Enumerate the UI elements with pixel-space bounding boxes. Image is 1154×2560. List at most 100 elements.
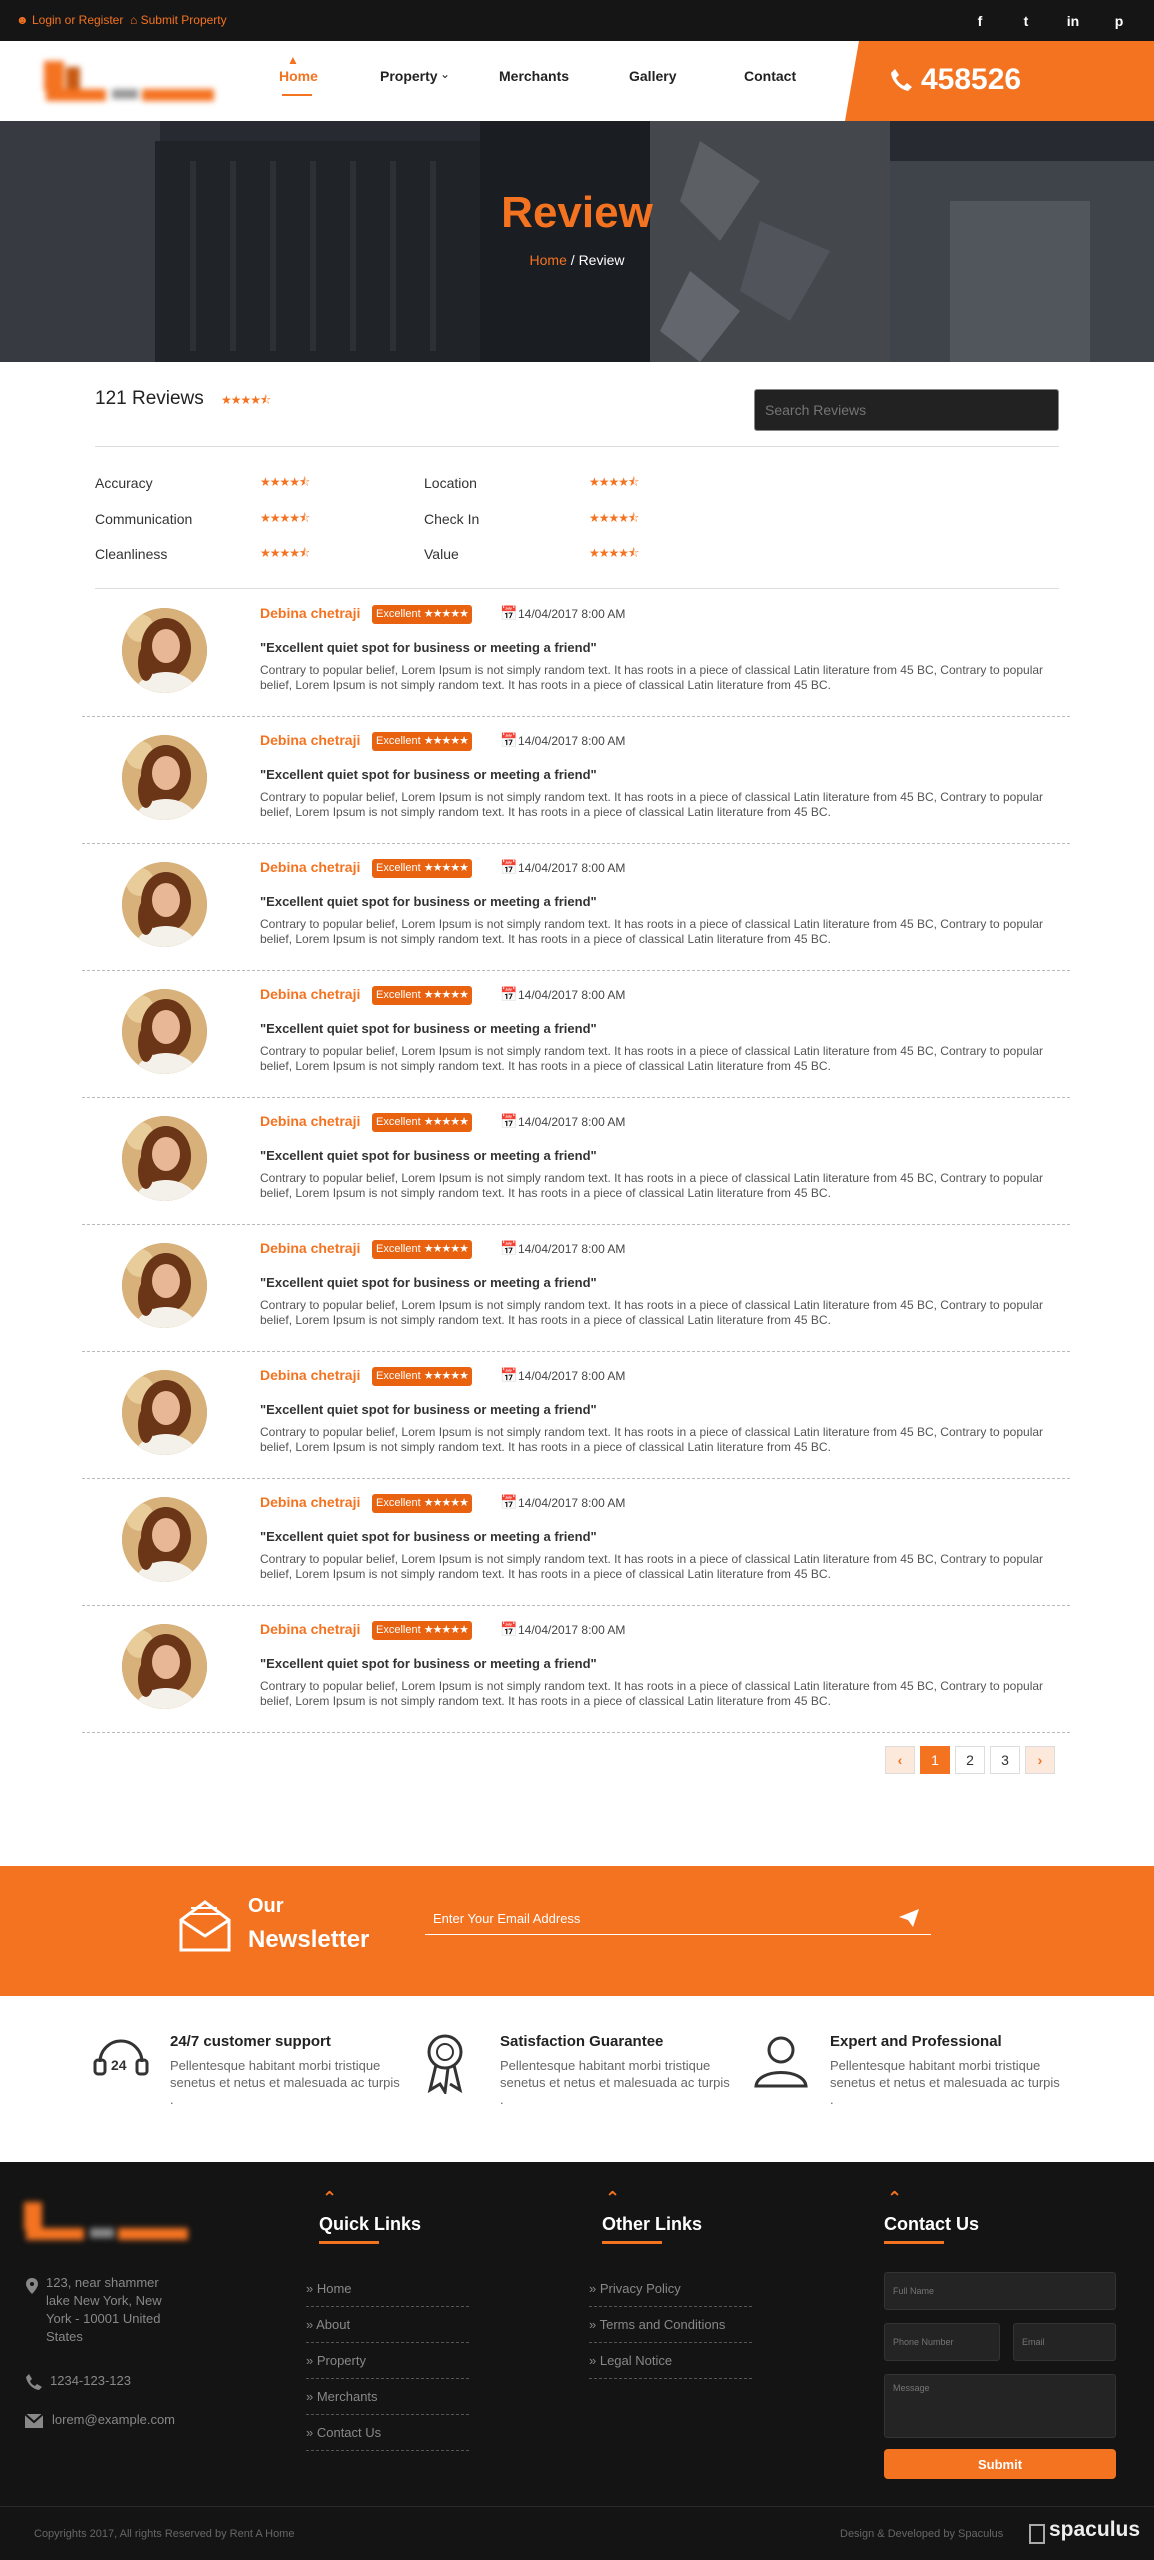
reviewer-avatar — [122, 1370, 207, 1455]
rating-badge-label: Excellent — [376, 1624, 421, 1636]
reviewer-name[interactable]: Debina chetraji — [260, 1494, 360, 1510]
nav-gallery[interactable]: Gallery — [629, 68, 676, 84]
nav-contact[interactable]: Contact — [744, 68, 796, 84]
footer-divider — [0, 2506, 1154, 2507]
calendar-icon: 📅 — [500, 859, 518, 875]
reviewer-name[interactable]: Debina chetraji — [260, 1240, 360, 1256]
feature-satisfaction-text: Pellentesque habitant morbi tristique se… — [500, 2058, 730, 2107]
footer-email[interactable]: lorem@example.com — [52, 2411, 175, 2429]
phone-number-input[interactable] — [884, 2323, 1000, 2361]
pagination-page-2[interactable]: 2 — [955, 1746, 985, 1774]
rating-badge-label: Excellent — [376, 862, 421, 874]
category-checkin-stars: ★★★★⯪ — [589, 511, 639, 525]
phone-number[interactable]: 458526 — [921, 63, 1021, 97]
reviewer-avatar — [122, 1497, 207, 1582]
nav-merchants[interactable]: Merchants — [499, 68, 569, 84]
category-accuracy-stars: ★★★★⯪ — [260, 475, 310, 489]
feature-satisfaction-title: Satisfaction Guarantee — [500, 2033, 664, 2050]
twitter-icon[interactable]: t — [1017, 12, 1035, 30]
breadcrumb-separator: / — [570, 252, 575, 268]
reviewer-name[interactable]: Debina chetraji — [260, 986, 360, 1002]
reviewer-name[interactable]: Debina chetraji — [260, 732, 360, 748]
review-item: Debina chetraji Excellent ★★★★★ 📅 14/04/… — [82, 844, 1070, 971]
reviewer-name[interactable]: Debina chetraji — [260, 1367, 360, 1383]
other-link-terms[interactable]: » Terms and Conditions — [589, 2307, 752, 2343]
quick-link-property[interactable]: » Property — [306, 2343, 469, 2379]
review-body: Contrary to popular belief, Lorem Ipsum … — [260, 1425, 1044, 1454]
footer-phone[interactable]: 1234-123-123 — [50, 2372, 131, 2390]
buildings-background-image — [0, 121, 1154, 362]
calendar-icon: 📅 — [500, 1367, 518, 1383]
login-register-label: Login or Register — [31, 13, 124, 27]
pinterest-icon[interactable]: p — [1110, 12, 1128, 30]
category-cleanliness-stars: ★★★★⯪ — [260, 546, 310, 560]
review-date: 14/04/2017 8:00 AM — [518, 861, 626, 875]
email-input[interactable] — [1013, 2323, 1116, 2361]
rating-badge: Excellent ★★★★★ — [372, 1494, 473, 1513]
quick-link-home[interactable]: » Home — [306, 2271, 469, 2307]
svg-text:24: 24 — [111, 2057, 127, 2073]
reviewer-avatar — [122, 989, 207, 1074]
review-title: "Excellent quiet spot for business or me… — [260, 1021, 597, 1036]
nav-property[interactable]: Property — [380, 68, 438, 84]
envelope-icon — [25, 2414, 43, 2428]
review-item: Debina chetraji Excellent ★★★★★ 📅 14/04/… — [82, 590, 1070, 717]
quick-link-contact-label: Contact Us — [316, 2425, 382, 2440]
category-communication-label: Communication — [95, 511, 193, 527]
review-body: Contrary to popular belief, Lorem Ipsum … — [260, 1552, 1044, 1581]
quick-link-contact[interactable]: » Contact Us — [306, 2415, 469, 2451]
badge-stars-icon: ★★★★★ — [423, 735, 469, 747]
spaculus-logo[interactable]: spaculus — [1025, 2516, 1149, 2550]
review-item: Debina chetraji Excellent ★★★★★ 📅 14/04/… — [82, 1479, 1070, 1606]
pagination-prev[interactable]: ‹ — [885, 1746, 915, 1774]
caret-icon: ⌃ — [887, 2188, 903, 2208]
review-title: "Excellent quiet spot for business or me… — [260, 1529, 597, 1544]
reviewer-name[interactable]: Debina chetraji — [260, 605, 360, 621]
spaculus-wordmark: spaculus — [1049, 2518, 1141, 2541]
pagination-page-3[interactable]: 3 — [990, 1746, 1020, 1774]
rent-a-home-logo[interactable] — [42, 51, 217, 107]
newsletter-email-input[interactable] — [425, 1903, 931, 1935]
send-icon[interactable] — [898, 1908, 920, 1928]
quick-link-about[interactable]: » About — [306, 2307, 469, 2343]
other-link-privacy[interactable]: » Privacy Policy — [589, 2271, 752, 2307]
nav-home[interactable]: Home — [279, 68, 318, 84]
category-location-label: Location — [424, 475, 477, 491]
review-title: "Excellent quiet spot for business or me… — [260, 1402, 597, 1417]
linkedin-icon[interactable]: in — [1064, 12, 1082, 30]
full-name-input[interactable] — [884, 2272, 1116, 2310]
breadcrumb-home[interactable]: Home — [530, 252, 567, 268]
search-reviews-input[interactable] — [754, 389, 1059, 431]
rating-badge: Excellent ★★★★★ — [372, 1621, 473, 1640]
reviewer-name[interactable]: Debina chetraji — [260, 1113, 360, 1129]
rating-badge: Excellent ★★★★★ — [372, 1113, 473, 1132]
footer-logo[interactable] — [22, 2196, 192, 2248]
reviewer-name[interactable]: Debina chetraji — [260, 1621, 360, 1637]
quick-link-merchants[interactable]: » Merchants — [306, 2379, 469, 2415]
category-accuracy-label: Accuracy — [95, 475, 153, 491]
rating-badge-label: Excellent — [376, 1370, 421, 1382]
submit-button[interactable]: Submit — [884, 2449, 1116, 2479]
pagination-next[interactable]: › — [1025, 1746, 1055, 1774]
person-icon — [754, 2036, 808, 2088]
facebook-icon[interactable]: f — [971, 12, 989, 30]
reviewer-avatar — [122, 735, 207, 820]
submit-property-link[interactable]: ⌂ Submit Property — [130, 13, 227, 27]
pagination-page-1[interactable]: 1 — [920, 1746, 950, 1774]
rating-badge-label: Excellent — [376, 1116, 421, 1128]
other-link-legal[interactable]: » Legal Notice — [589, 2343, 752, 2379]
other-links-title: Other Links — [602, 2214, 703, 2234]
rating-badge: Excellent ★★★★★ — [372, 732, 473, 751]
rating-badge-label: Excellent — [376, 1497, 421, 1509]
badge-stars-icon: ★★★★★ — [423, 608, 469, 620]
contact-us-title: Contact Us — [884, 2214, 980, 2234]
footer-address: 123, near shammer lake New York, New Yor… — [46, 2275, 162, 2344]
login-register-link[interactable]: ☻ Login or Register — [16, 13, 123, 27]
message-textarea[interactable] — [884, 2374, 1116, 2438]
badge-stars-icon: ★★★★★ — [423, 1243, 469, 1255]
reviewer-name[interactable]: Debina chetraji — [260, 859, 360, 875]
newsletter-envelope-icon — [179, 1900, 231, 1952]
main-header: ▲ Home Property ⌄ Merchants Gallery Cont… — [0, 41, 1154, 121]
quick-link-about-label: About — [316, 2317, 351, 2332]
review-date: 14/04/2017 8:00 AM — [518, 1623, 626, 1637]
